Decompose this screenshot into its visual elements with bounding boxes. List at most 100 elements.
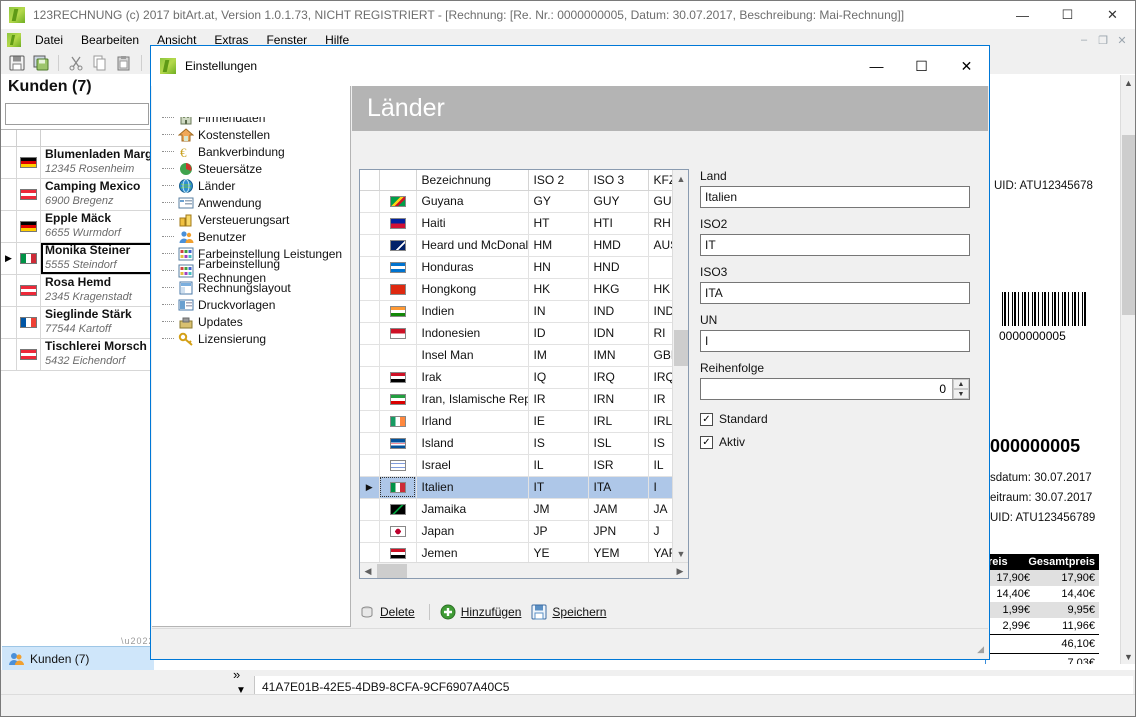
row-selector[interactable] (360, 190, 380, 213)
cell-bezeichnung[interactable]: Japan (416, 520, 529, 543)
th-selector[interactable] (360, 170, 380, 191)
cell-iso2[interactable]: IN (528, 300, 589, 323)
preview-vertical-scrollbar[interactable]: ▲ ▼ (1120, 75, 1135, 664)
grid-scroll-left-icon[interactable]: ◀ (360, 563, 376, 579)
copy-icon[interactable] (89, 53, 111, 73)
grid-horizontal-scrollbar[interactable]: ◀ ▶ (360, 562, 688, 578)
cell-iso3[interactable]: ISR (588, 454, 649, 477)
dialog-minimize-button[interactable]: — (854, 46, 899, 86)
row-selector[interactable] (360, 542, 380, 562)
dialog-close-button[interactable]: ✕ (944, 46, 989, 86)
resize-grip-icon[interactable]: ◢ (977, 644, 984, 655)
customer-row[interactable]: Camping Mexico 6900 Bregenz (1, 179, 153, 211)
cell-bezeichnung[interactable]: Jemen (416, 542, 529, 562)
tree-item-l-nder[interactable]: Länder (158, 177, 350, 194)
preview-scroll-down-icon[interactable]: ▼ (1121, 649, 1136, 664)
cell-iso3[interactable]: ITA (588, 476, 649, 499)
cell-bezeichnung[interactable]: Island (416, 432, 529, 455)
table-row[interactable]: Japan JP JPN J (360, 520, 688, 543)
cell-bezeichnung[interactable]: Israel (416, 454, 529, 477)
iso2-input[interactable]: IT (700, 234, 970, 256)
maximize-button[interactable]: ☐ (1045, 1, 1090, 29)
cell-iso3[interactable]: IRQ (588, 366, 649, 389)
cell-iso3[interactable]: JPN (588, 520, 649, 543)
dialog-maximize-button[interactable]: ☐ (899, 46, 944, 86)
row-selector[interactable] (1, 147, 17, 178)
grid-scroll-up-icon[interactable]: ▲ (673, 170, 689, 187)
cell-iso2[interactable]: IT (528, 476, 589, 499)
cell-iso3[interactable]: IRN (588, 388, 649, 411)
row-selector[interactable] (1, 307, 17, 338)
table-row[interactable]: Israel IL ISR IL (360, 454, 688, 477)
close-button[interactable]: ✕ (1090, 1, 1135, 29)
cell-iso2[interactable]: IE (528, 410, 589, 433)
th-bezeichnung[interactable]: Bezeichnung (416, 170, 529, 191)
th-iso3[interactable]: ISO 3 (588, 170, 649, 191)
table-row[interactable]: Heard und McDonald HM HMD AUS (360, 234, 688, 257)
table-row[interactable]: Hongkong HK HKG HK (360, 278, 688, 301)
row-selector[interactable] (1, 211, 17, 242)
row-selector[interactable] (360, 256, 380, 279)
save-all-icon[interactable] (30, 53, 52, 73)
row-selector[interactable] (1, 339, 17, 370)
customer-row[interactable]: Tischlerei Morsch 5432 Eichendorf (1, 339, 153, 371)
cell-bezeichnung[interactable]: Indonesien (416, 322, 529, 345)
cell-iso3[interactable]: HKG (588, 278, 649, 301)
table-row[interactable]: Insel Man IM IMN GBM (360, 344, 688, 367)
mdi-minimize-button[interactable]: – (1075, 32, 1093, 48)
cell-bezeichnung[interactable]: Italien (416, 476, 529, 499)
cell-bezeichnung[interactable]: Insel Man (416, 344, 529, 367)
cell-iso2[interactable]: GY (528, 190, 589, 213)
tree-item-farbeinstellung-rechnungen[interactable]: Farbeinstellung Rechnungen (158, 257, 350, 285)
reihenfolge-value[interactable]: 0 (701, 382, 952, 396)
cell-iso3[interactable]: YEM (588, 542, 649, 562)
land-input[interactable]: Italien (700, 186, 970, 208)
grid-hscroll-thumb[interactable] (377, 564, 407, 578)
cell-iso2[interactable]: HT (528, 212, 589, 235)
customer-row[interactable]: Blumenladen Marg 12345 Rosenheim (1, 147, 153, 179)
table-row[interactable]: Indien IN IND IND (360, 300, 688, 323)
cell-iso3[interactable]: HMD (588, 234, 649, 257)
row-selector[interactable] (360, 454, 380, 477)
tree-item-updates[interactable]: Updates (158, 313, 350, 330)
cell-iso2[interactable]: HM (528, 234, 589, 257)
mdi-close-button[interactable]: ✕ (1113, 32, 1131, 48)
cut-icon[interactable] (65, 53, 87, 73)
cell-bezeichnung[interactable]: Honduras (416, 256, 529, 279)
aktiv-checkbox-row[interactable]: ✓ Aktiv (700, 435, 972, 449)
cell-iso3[interactable]: HTI (588, 212, 649, 235)
cell-iso2[interactable]: IQ (528, 366, 589, 389)
menu-datei[interactable]: Datei (26, 30, 72, 50)
cell-bezeichnung[interactable]: Haiti (416, 212, 529, 235)
aktiv-checkbox[interactable]: ✓ (700, 435, 713, 449)
row-selector[interactable] (360, 300, 380, 323)
table-row[interactable]: Indonesien ID IDN RI (360, 322, 688, 345)
th-flag[interactable] (379, 170, 417, 191)
cell-bezeichnung[interactable]: Jamaika (416, 498, 529, 521)
cell-iso3[interactable]: IMN (588, 344, 649, 367)
cell-iso3[interactable]: ISL (588, 432, 649, 455)
nav-expand-chevron-icon[interactable]: » (233, 667, 240, 682)
kunden-tab-button[interactable]: Kunden (7) (2, 646, 154, 670)
stepper-down-icon[interactable]: ▼ (953, 389, 969, 399)
cell-bezeichnung[interactable]: Guyana (416, 190, 529, 213)
table-row[interactable]: Jamaika JM JAM JA (360, 498, 688, 521)
cell-iso2[interactable]: YE (528, 542, 589, 562)
cell-iso3[interactable]: IDN (588, 322, 649, 345)
customer-row[interactable]: Rosa Hemd 2345 Kragenstadt (1, 275, 153, 307)
grid-vertical-scrollbar[interactable]: ▲ ▼ (672, 170, 688, 562)
row-selector[interactable]: ▶ (1, 243, 17, 274)
row-selector[interactable] (1, 179, 17, 210)
table-row[interactable]: Island IS ISL IS (360, 432, 688, 455)
tree-item-versteuerungsart[interactable]: Versteuerungsart (158, 211, 350, 228)
cell-bezeichnung[interactable]: Iran, Islamische Rep (416, 388, 529, 411)
table-row[interactable]: ▶ Italien IT ITA I (360, 476, 688, 499)
tree-item-steuers-tze[interactable]: Steuersätze (158, 160, 350, 177)
cell-iso2[interactable]: JM (528, 498, 589, 521)
cell-bezeichnung[interactable]: Indien (416, 300, 529, 323)
tree-item-bankverbindung[interactable]: € Bankverbindung (158, 143, 350, 160)
customer-row[interactable]: Sieglinde Stärk 77544 Kartoff (1, 307, 153, 339)
cell-bezeichnung[interactable]: Hongkong (416, 278, 529, 301)
row-selector[interactable] (360, 498, 380, 521)
row-selector[interactable] (360, 432, 380, 455)
